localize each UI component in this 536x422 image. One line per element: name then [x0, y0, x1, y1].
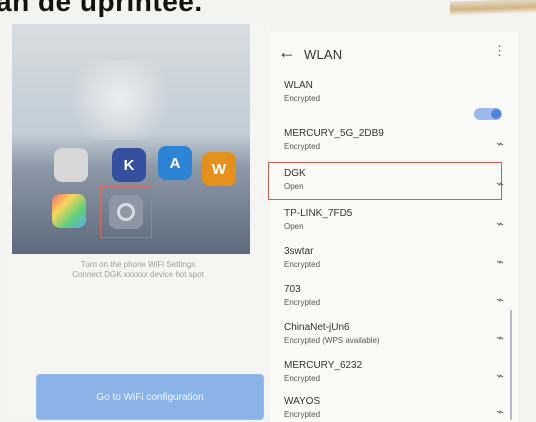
wlan-label: WLAN	[284, 80, 313, 91]
network-status: Encrypted	[284, 142, 321, 151]
network-name: MERCURY_6232	[284, 360, 363, 371]
wlan-title: WLAN	[304, 47, 343, 62]
go-to-wifi-configuration-button[interactable]: Go to WiFi configuration	[36, 374, 264, 420]
screen-glare	[60, 60, 180, 140]
network-status: Open	[284, 222, 304, 231]
more-options-icon[interactable]: ⋮	[493, 44, 506, 57]
k-app-icon: K	[112, 148, 146, 182]
network-name: WAYOS	[284, 396, 321, 407]
wifi-locked-icon: ⌁	[496, 254, 504, 269]
wifi-locked-icon: ⌁	[496, 368, 504, 383]
network-name: 3swtar	[284, 246, 314, 257]
network-name: TP-LINK_7FD5	[284, 208, 353, 219]
instruction-line-1: Turn on the phone WiFi Settings	[80, 260, 196, 269]
settings-icon	[109, 195, 143, 229]
network-status: Encrypted (WPS available)	[284, 336, 380, 345]
wifi-locked-icon: ⌁	[496, 330, 504, 345]
network-name: DGK	[284, 168, 306, 179]
back-arrow-icon[interactable]: ←	[278, 43, 296, 61]
wlan-status: Encrypted	[284, 94, 321, 103]
network-status: Open	[284, 182, 304, 191]
wifi-open-icon: ⌁	[496, 176, 504, 191]
wifi-locked-icon: ⌁	[496, 404, 504, 419]
wlan-header: ← WLAN ⋮	[270, 32, 518, 62]
network-name: MERCURY_5G_2DB9	[284, 128, 384, 139]
orange-app-icon: W	[202, 152, 236, 186]
network-status: Encrypted	[284, 260, 321, 269]
network-name: 703	[284, 284, 301, 295]
appstore-icon: A	[158, 146, 192, 180]
wifi-locked-icon: ⌁	[496, 292, 504, 307]
network-status: Encrypted	[284, 374, 321, 383]
network-name: ChinaNet-jUn6	[284, 322, 350, 333]
wlan-toggle[interactable]	[474, 108, 502, 120]
camera-icon	[54, 148, 88, 182]
wifi-locked-icon: ⌁	[496, 136, 504, 151]
network-status: Encrypted	[284, 410, 321, 419]
network-status: Encrypted	[284, 298, 321, 307]
phone-settings-illustration: K A W	[12, 24, 250, 254]
instruction-line-2: Connect DGK xxxxxx device hot spot	[72, 270, 204, 279]
wifi-settings-panel: ← WLAN ⋮ WLAN Encrypted MERCURY_5G_2DB9 …	[268, 32, 518, 422]
paper-strip	[449, 0, 536, 16]
wifi-open-icon: ⌁	[496, 216, 504, 231]
caption-text: an de uprintee.	[0, 0, 203, 17]
settings-icon-highlight	[100, 186, 152, 238]
left-instruction-panel: K A W Turn on the phone WiFi Settings Co…	[8, 24, 270, 420]
scrollbar[interactable]	[510, 310, 512, 420]
instruction-text: Turn on the phone WiFi Settings Connect …	[24, 260, 252, 280]
photos-icon	[52, 194, 86, 228]
screenshot-photo: an de uprintee. K A W Turn on the phone …	[0, 0, 536, 422]
